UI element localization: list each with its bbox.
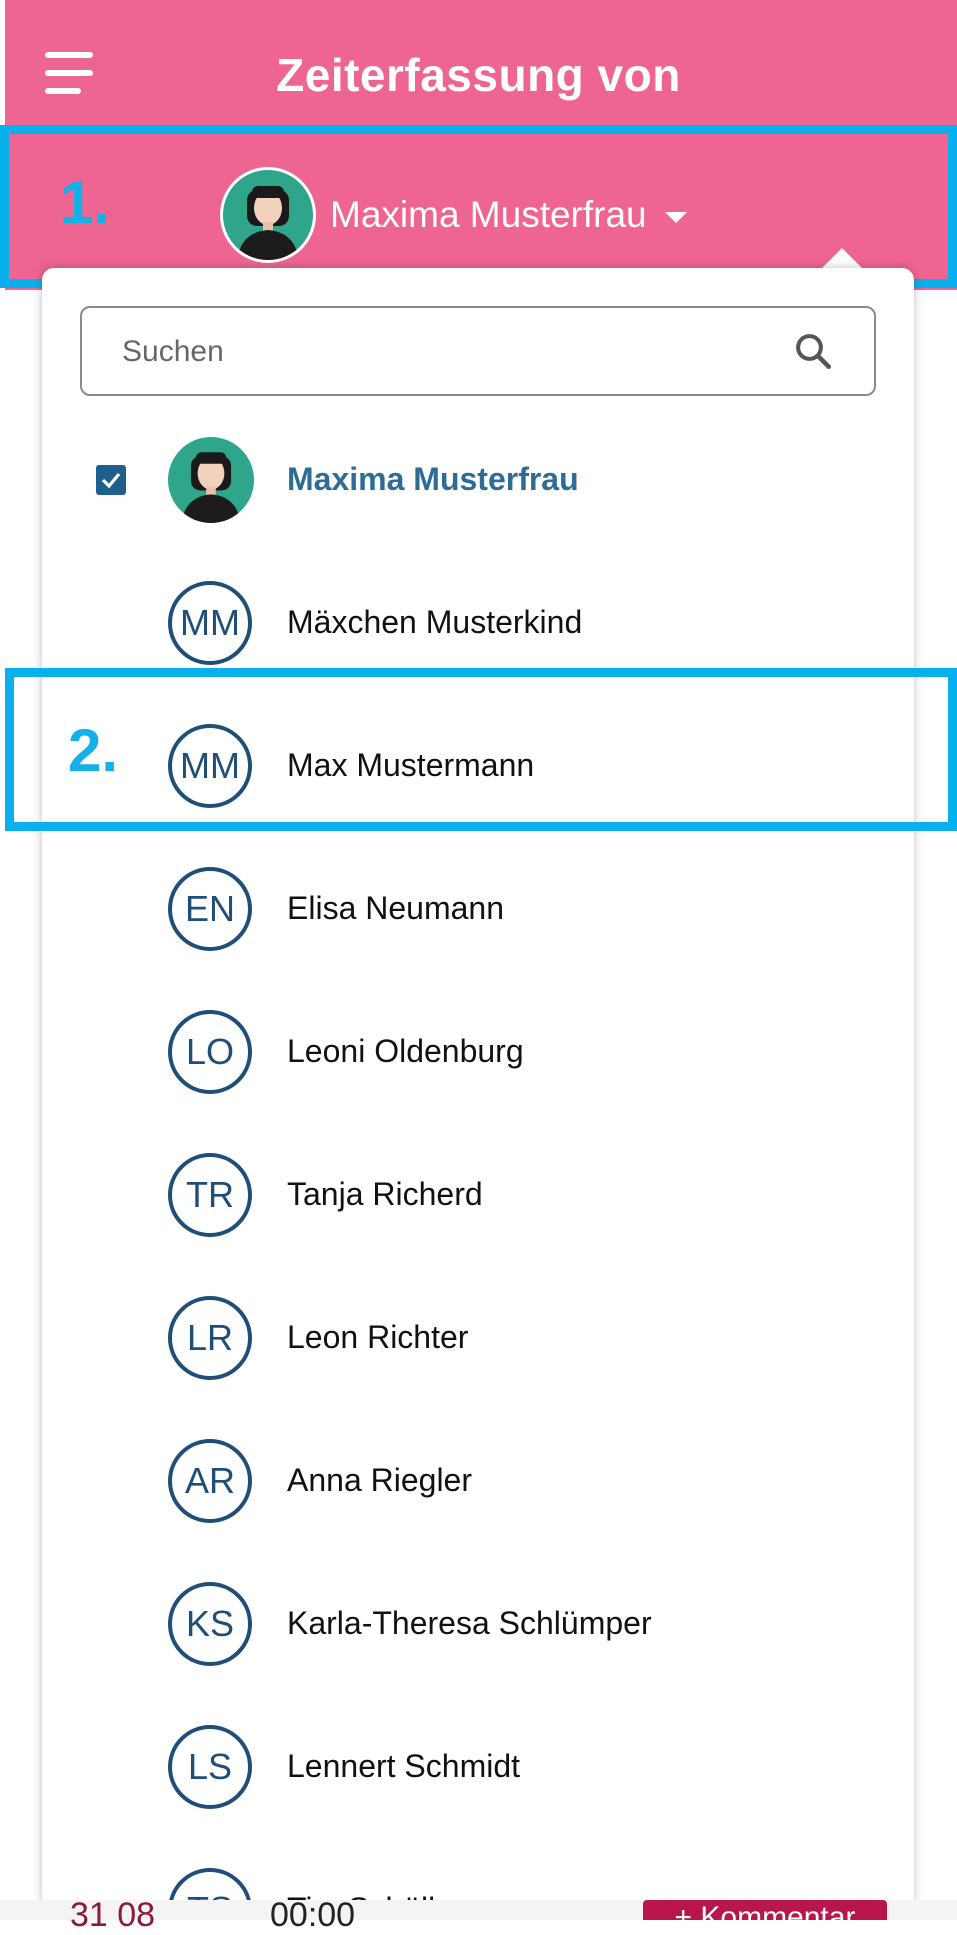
background-date: 31 08 [70,1896,156,1934]
list-item-anna-riegler[interactable]: AR Anna Riegler [42,1409,914,1552]
selected-user-name: Maxima Musterfrau [330,194,647,235]
list-item-leoni-oldenburg[interactable]: LO Leoni Oldenburg [42,980,914,1123]
initials-avatar: MM [168,723,252,808]
initials-avatar: TR [168,1152,252,1237]
list-item-label: Karla-Theresa Schlümper [287,1605,652,1641]
page-title: Zeiterfassung von [276,49,681,101]
user-dropdown: Maxima Musterfrau MM Mäxchen Musterkind … [42,268,914,1908]
initials-avatar: LS [168,1724,252,1809]
user-selector[interactable]: Maxima Musterfrau [220,165,687,265]
list-item-lennert-schmidt[interactable]: LS Lennert Schmidt [42,1695,914,1838]
search-input[interactable] [120,308,764,396]
user-avatar [168,436,254,523]
search-field[interactable] [80,306,876,396]
list-item-label: Tanja Richerd [287,1176,483,1212]
initials-avatar: KS [168,1581,252,1666]
dropdown-notch [822,248,862,268]
initials-avatar: AR [168,1438,252,1523]
initials-avatar: LR [168,1295,252,1380]
list-item-label: Maxima Musterfrau [287,461,579,497]
list-item-label: Mäxchen Musterkind [287,604,583,640]
list-item-leon-richter[interactable]: LR Leon Richter [42,1266,914,1409]
user-list: Maxima Musterfrau MM Mäxchen Musterkind … [42,408,914,1908]
list-item-label: Leon Richter [287,1319,469,1355]
list-item-maxima-musterfrau[interactable]: Maxima Musterfrau [42,408,914,551]
list-item-maexchen-musterkind[interactable]: MM Mäxchen Musterkind [42,551,914,694]
list-item-karla-theresa-schluemper[interactable]: KS Karla-Theresa Schlümper [42,1552,914,1695]
list-item-label: Lennert Schmidt [287,1748,521,1784]
list-item-label: Elisa Neumann [287,890,504,926]
background-time: 00:00 [270,1896,356,1934]
search-icon[interactable] [792,330,834,372]
step-2-label: 2. [68,717,119,784]
list-item-label: Max Mustermann [287,747,535,783]
step-1-label: 1. [60,169,111,236]
list-item-label: Leoni Oldenburg [287,1033,524,1069]
list-item-tanja-richerd[interactable]: TR Tanja Richerd [42,1123,914,1266]
initials-avatar: MM [168,580,252,665]
list-item-label: Anna Riegler [287,1462,472,1498]
comment-button[interactable]: + Kommentar [643,1900,887,1920]
list-item-tim-schoeller[interactable]: TS Tim Schöller [42,1838,914,1908]
initials-avatar: EN [168,866,252,951]
chevron-down-icon [664,211,687,223]
list-item-max-mustermann[interactable]: MM Max Mustermann [42,694,914,837]
checkbox-checked[interactable] [96,464,126,495]
list-item-elisa-neumann[interactable]: EN Elisa Neumann [42,837,914,980]
user-avatar [220,167,316,263]
initials-avatar: LO [168,1009,252,1094]
